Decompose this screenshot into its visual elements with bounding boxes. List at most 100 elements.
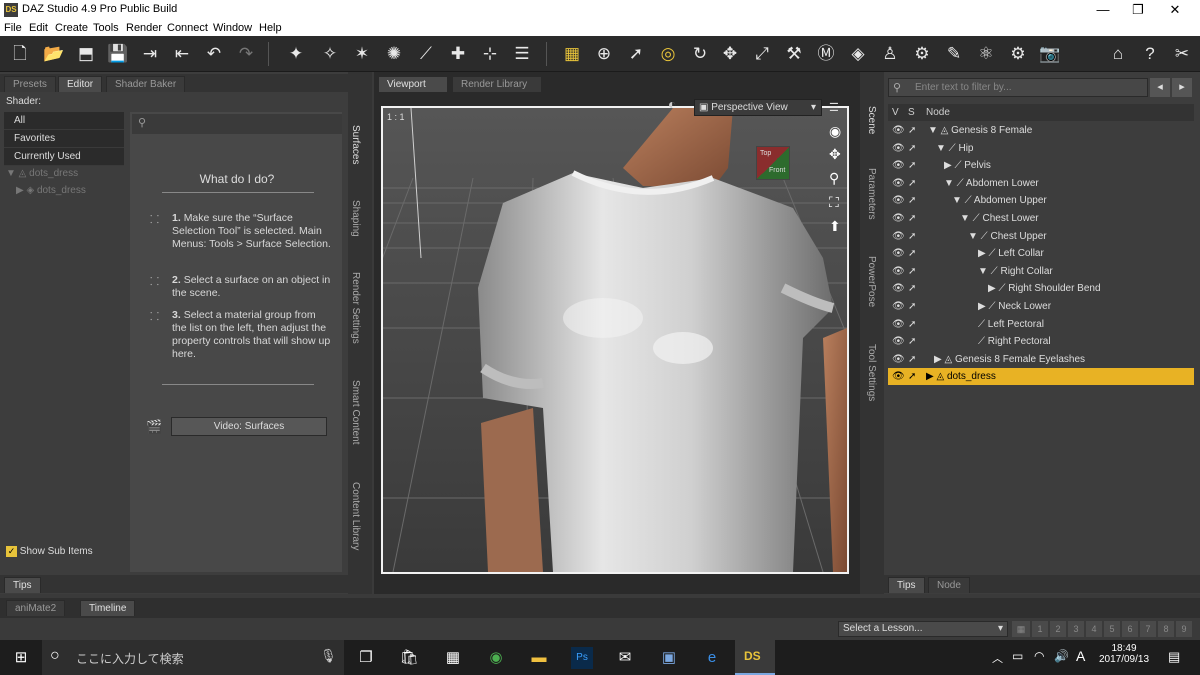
- tree-item-child[interactable]: ▶ ◈ dots_dress: [16, 185, 86, 196]
- scene-row-selected[interactable]: 👁 ➚ ▶ ◬ dots_dress: [888, 368, 1194, 385]
- view-cube[interactable]: Top Front: [756, 146, 790, 180]
- region-icon[interactable]: ◈: [846, 42, 870, 66]
- photoshop-icon[interactable]: Ps: [571, 647, 593, 669]
- col-selectable[interactable]: S: [908, 104, 915, 121]
- help-icon[interactable]: ?: [1138, 42, 1162, 66]
- select-icon[interactable]: ➚: [908, 263, 916, 280]
- powerpose-icon[interactable]: ♙: [878, 42, 902, 66]
- linear-light-icon[interactable]: ⟋: [414, 42, 438, 66]
- vtab-surfaces[interactable]: Surfaces: [350, 125, 361, 164]
- lesson-page[interactable]: 7: [1140, 621, 1156, 637]
- task-view-icon[interactable]: ❐: [355, 647, 377, 669]
- export-icon[interactable]: ⇤: [170, 42, 194, 66]
- select-icon[interactable]: ➚: [908, 245, 916, 262]
- lesson-page[interactable]: 5: [1104, 621, 1120, 637]
- network-icon[interactable]: ◠: [1034, 649, 1044, 663]
- lesson-page[interactable]: 4: [1086, 621, 1102, 637]
- next-arrow-icon[interactable]: ▸: [1172, 78, 1192, 97]
- translate-icon[interactable]: ✥: [718, 42, 742, 66]
- render-settings-icon[interactable]: ⚙: [910, 42, 934, 66]
- filter-currently-used[interactable]: Currently Used: [4, 148, 124, 166]
- render-gear-icon[interactable]: ⚛: [974, 42, 998, 66]
- zoom-icon[interactable]: ⚲: [829, 170, 839, 187]
- scene-row[interactable]: 👁 ➚ ▶ ⟋ Neck Lower: [888, 298, 1194, 315]
- eye-icon[interactable]: 👁: [892, 245, 905, 262]
- tab-editor[interactable]: Editor: [58, 76, 103, 92]
- select-icon[interactable]: ➚: [908, 351, 916, 368]
- viewport-menu-icon[interactable]: ☰: [829, 101, 839, 114]
- tab-timeline[interactable]: Timeline: [80, 600, 136, 616]
- render-settings-cam-icon[interactable]: ⚙: [1006, 42, 1030, 66]
- select-icon[interactable]: ➚: [908, 122, 916, 139]
- eye-icon[interactable]: 👁: [892, 140, 905, 157]
- lesson-page[interactable]: 1: [1032, 621, 1048, 637]
- lesson-page[interactable]: 2: [1050, 621, 1066, 637]
- store-icon[interactable]: 🛍: [398, 647, 420, 669]
- close-button[interactable]: ✕: [1152, 0, 1198, 20]
- surface-selection-icon[interactable]: ◎: [656, 42, 680, 66]
- eye-icon[interactable]: 👁: [892, 157, 905, 174]
- reset-view-icon[interactable]: ⬆: [829, 218, 841, 235]
- vtab-smart-content[interactable]: Smart Content: [350, 380, 361, 444]
- col-node[interactable]: Node: [926, 104, 950, 121]
- menu-window[interactable]: Window: [213, 22, 252, 34]
- eye-icon[interactable]: 👁: [892, 368, 905, 385]
- lesson-page[interactable]: 9: [1176, 621, 1192, 637]
- tree-item-root[interactable]: ▼ ◬ dots_dress: [6, 168, 78, 179]
- primitive-icon[interactable]: ☰: [510, 42, 534, 66]
- chrome-icon[interactable]: ◉: [485, 647, 507, 669]
- point-light-icon[interactable]: ✺: [382, 42, 406, 66]
- edge-icon[interactable]: e: [701, 647, 723, 669]
- eye-icon[interactable]: 👁: [892, 351, 905, 368]
- joint-editor-icon[interactable]: ⚒: [782, 42, 806, 66]
- grid-icon[interactable]: ▦: [560, 42, 584, 66]
- filter-favorites[interactable]: Favorites: [4, 130, 124, 148]
- select-icon[interactable]: ➚: [908, 298, 916, 315]
- redo-icon[interactable]: ↷: [234, 42, 258, 66]
- lesson-page[interactable]: 8: [1158, 621, 1174, 637]
- rotate-icon[interactable]: ↻: [688, 42, 712, 66]
- scene-row[interactable]: 👁 ➚ ▼ ◬ Genesis 8 Female: [888, 122, 1194, 139]
- node-selection-icon[interactable]: ➚: [624, 42, 648, 66]
- menu-edit[interactable]: Edit: [29, 22, 48, 34]
- scene-row[interactable]: 👁 ➚ ⟋ Right Pectoral: [888, 333, 1194, 350]
- iray-icon[interactable]: ✎: [942, 42, 966, 66]
- menu-render[interactable]: Render: [126, 22, 162, 34]
- eye-icon[interactable]: 👁: [892, 192, 905, 209]
- scene-row[interactable]: 👁 ➚ ▼ ⟋ Chest Lower: [888, 210, 1194, 227]
- tab-shader-baker[interactable]: Shader Baker: [106, 76, 186, 92]
- merge-icon[interactable]: ⬒: [74, 42, 98, 66]
- new-file-icon[interactable]: 🗋: [8, 42, 32, 66]
- perspective-view-select[interactable]: ▣ Perspective View ▾: [694, 99, 822, 116]
- scene-row[interactable]: 👁 ➚ ▶ ◬ Genesis 8 Female Eyelashes: [888, 351, 1194, 368]
- menu-connect[interactable]: Connect: [167, 22, 208, 34]
- eye-icon[interactable]: 👁: [892, 228, 905, 245]
- eye-icon[interactable]: 👁: [892, 280, 905, 297]
- create-group-icon[interactable]: ✦: [284, 42, 308, 66]
- lesson-page[interactable]: 6: [1122, 621, 1138, 637]
- null-icon[interactable]: ⊹: [478, 42, 502, 66]
- open-icon[interactable]: 📂: [42, 42, 66, 66]
- clock[interactable]: 18:49 2017/09/13: [1098, 643, 1150, 665]
- eye-icon[interactable]: 👁: [892, 263, 905, 280]
- import-icon[interactable]: ⇥: [138, 42, 162, 66]
- tab-animate2[interactable]: aniMate2: [6, 600, 66, 616]
- vtab-powerpose[interactable]: PowerPose: [866, 256, 877, 307]
- menu-create[interactable]: Create: [55, 22, 88, 34]
- mail-icon[interactable]: ✉: [614, 647, 636, 669]
- scene-row[interactable]: 👁 ➚ ▶ ⟋ Pelvis: [888, 157, 1194, 174]
- menu-help[interactable]: Help: [259, 22, 282, 34]
- eye-icon[interactable]: 👁: [892, 122, 905, 139]
- col-visible[interactable]: V: [892, 104, 899, 121]
- remote-desktop-icon[interactable]: ▣: [658, 647, 680, 669]
- tab-presets[interactable]: Presets: [4, 76, 56, 92]
- notifications-icon[interactable]: ▤: [1168, 649, 1180, 665]
- taskbar-search[interactable]: ○ ここに入力して検索 🎙: [42, 640, 344, 675]
- select-icon[interactable]: ➚: [908, 228, 916, 245]
- ime-indicator[interactable]: A: [1076, 648, 1085, 664]
- tray-up-icon[interactable]: ︿: [992, 650, 1003, 666]
- battery-icon[interactable]: ▭: [1012, 649, 1023, 663]
- home-icon[interactable]: ⌂: [1106, 42, 1130, 66]
- view-sphere-icon[interactable]: ◐: [668, 96, 676, 112]
- frame-icon[interactable]: ⛶: [829, 194, 839, 211]
